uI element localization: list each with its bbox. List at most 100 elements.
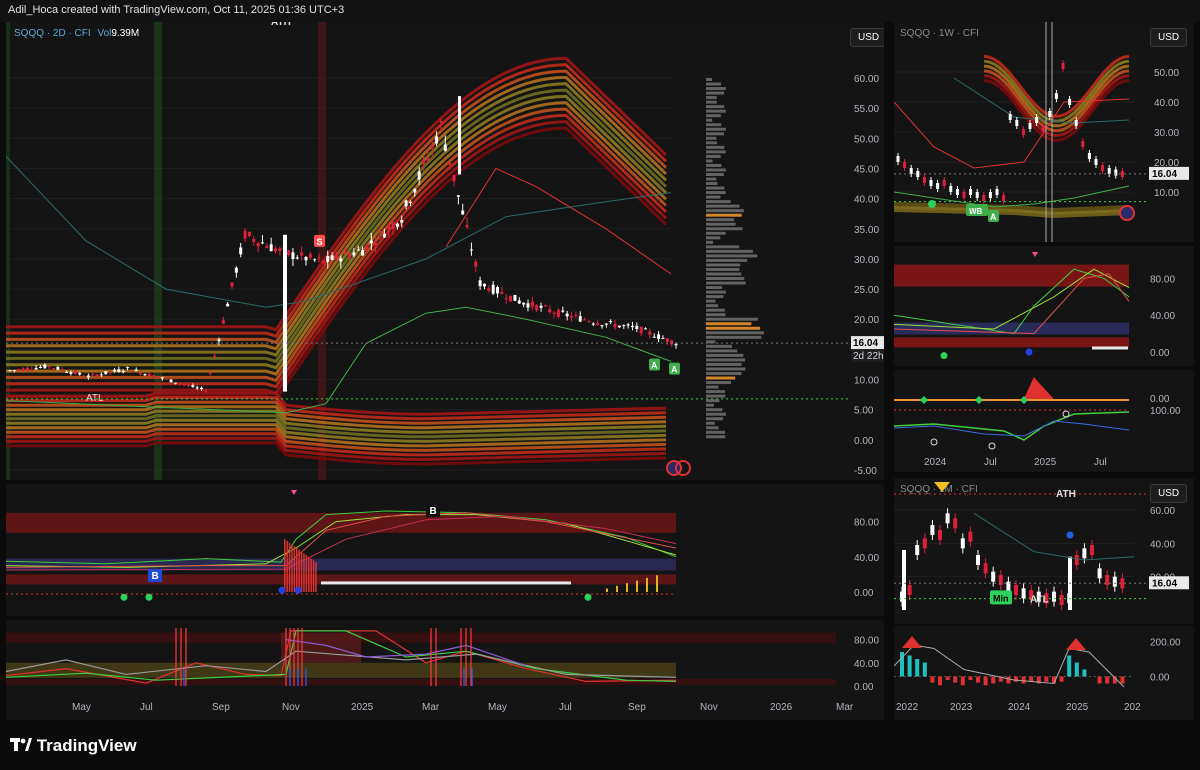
weekly-candle-body <box>1087 153 1091 159</box>
a-marker: A <box>671 365 678 375</box>
volume-profile-bar <box>706 326 761 330</box>
monthly-osc-bar <box>1059 676 1064 682</box>
candle-body <box>644 328 648 330</box>
candle-body <box>583 319 587 321</box>
monthly-candle-body <box>953 518 958 529</box>
candle-body <box>104 371 108 374</box>
candle-body <box>591 323 595 325</box>
volume-profile-bar <box>706 191 726 195</box>
monthly-x-tick: 2023 <box>950 702 973 713</box>
volume-profile-bar <box>706 177 717 181</box>
weekly-candle-body <box>995 189 999 195</box>
weekly-candle-body <box>1035 117 1039 123</box>
candle-body <box>30 369 34 371</box>
main-price-chart[interactable]: 60.00 55.00 50.00 45.00 40.00 35.00 30.00 25.00… <box>6 22 884 480</box>
monthly-x-tick: 202 <box>1124 702 1141 713</box>
candle-body <box>630 325 634 328</box>
candle-body <box>295 257 299 259</box>
osc1-blue-dot <box>278 586 286 594</box>
wosc1-y-tick: 0.00 <box>1150 348 1170 359</box>
volume-profile-bar <box>706 304 718 308</box>
weekly-candle-body <box>1094 159 1098 165</box>
candle-body <box>226 303 230 307</box>
volume-profile-bar <box>706 222 736 226</box>
candle-body <box>548 309 552 313</box>
weekly-candle-body <box>1054 93 1058 99</box>
volume-profile-bar <box>706 154 721 158</box>
candle-body <box>173 382 177 384</box>
candle-body <box>478 280 482 287</box>
weekly-chart-panel[interactable]: SQQQ · 1W · CFI USD 50.00 40.00 30.00 20.00… <box>894 22 1194 242</box>
oscillator-2-chart[interactable]: 80.00 40.00 0.00 <box>6 620 884 696</box>
volume-profile-bar <box>706 227 743 231</box>
tradingview-logo[interactable]: TradingView <box>10 736 137 756</box>
candle-body <box>291 252 295 259</box>
candle-body <box>448 162 452 165</box>
monthly-y-tick: 40.00 <box>1150 539 1175 550</box>
volume-profile-bar <box>706 240 713 244</box>
monthly-y-tick: 60.00 <box>1150 506 1175 517</box>
monthly-teal-line <box>973 512 1135 561</box>
weekly-candle-body <box>1107 168 1111 174</box>
candle-body <box>12 369 16 371</box>
main-chart-panel[interactable]: SQQQ · 2D · CFI Vol9.39M USD 60.00 55.00 5… <box>6 22 884 480</box>
candle-body <box>465 224 469 228</box>
candle-body <box>596 323 600 326</box>
volume-profile-bar <box>706 394 726 398</box>
volume-profile-bar <box>706 218 735 222</box>
candle-body <box>617 325 621 328</box>
volume-profile-bar <box>706 105 725 109</box>
weekly-candle-body <box>982 195 986 201</box>
volume-profile-bar <box>706 213 742 217</box>
monthly-candle-body <box>1082 548 1087 559</box>
candle-body <box>469 249 473 251</box>
candle-body <box>69 372 73 374</box>
wosc1-green-dot <box>940 352 948 360</box>
wosc3-y-tick: 100.00 <box>1150 406 1181 417</box>
oscillator-1-chart[interactable]: 80.00 40.00 0.00 B B <box>6 484 884 616</box>
candle-body <box>496 287 500 294</box>
weekly-osc-1-panel[interactable]: 80.00 40.00 0.00 <box>894 246 1194 366</box>
candle-body <box>422 160 426 164</box>
osc1-y-tick: 40.00 <box>854 553 879 564</box>
volume-profile-bar <box>706 277 745 281</box>
monthly-osc-bar <box>915 659 920 677</box>
oscillator-1-panel[interactable]: 80.00 40.00 0.00 B B <box>6 484 884 616</box>
candle-body <box>112 369 116 372</box>
candle-body <box>570 315 574 318</box>
weekly-osc-3-panel[interactable]: 100.00 <box>894 406 1194 452</box>
weekly-candle-body <box>1061 63 1065 69</box>
candle-body <box>308 253 312 258</box>
volume-profile-bar <box>706 381 731 385</box>
y-tick-label: 0.00 <box>854 436 874 447</box>
monthly-price-chart[interactable]: 60.0040.0020.00ATH16.04MinATL <box>894 478 1194 624</box>
weekly-candle-body <box>962 192 966 198</box>
volume-profile-bar <box>706 308 725 312</box>
oscillator-2-panel[interactable]: 80.00 40.00 0.00 <box>6 620 884 696</box>
candle-body <box>513 294 517 301</box>
osc2-y-tick: 0.00 <box>854 682 874 693</box>
weekly-candle-body <box>949 186 953 192</box>
countdown-label: 2d 22h <box>853 351 884 362</box>
y-tick-label: 5.00 <box>854 406 874 417</box>
candle-body <box>99 374 103 376</box>
candle-body <box>356 249 360 251</box>
osc1-down-triangle <box>291 490 297 495</box>
neutral-zone <box>6 558 676 571</box>
monthly-osc-panel[interactable]: 200.00 0.00 <box>894 626 1194 696</box>
volume-profile-bar <box>706 372 742 375</box>
monthly-chart-panel[interactable]: SQQQ · 1M · CFI USD 60.0040.0020.00ATH16… <box>894 478 1194 624</box>
candle-body <box>230 282 234 287</box>
candle-body <box>34 367 38 370</box>
volume-profile-bar <box>706 344 733 348</box>
volume-profile-bar <box>706 118 713 122</box>
monthly-osc-bar <box>983 676 988 686</box>
volume-profile-bar <box>706 385 719 389</box>
volume-profile-bar <box>706 390 725 394</box>
osc1-yellow-bar <box>626 583 628 592</box>
weekly-price-chart[interactable]: 50.0040.0030.0020.0010.0016.04WBA <box>894 22 1194 242</box>
weekly-osc-2-panel[interactable]: 0.00 <box>894 370 1194 406</box>
osc1-yellow-bar <box>656 575 658 592</box>
candle-body <box>395 223 399 227</box>
volume-profile-bar <box>706 245 740 249</box>
